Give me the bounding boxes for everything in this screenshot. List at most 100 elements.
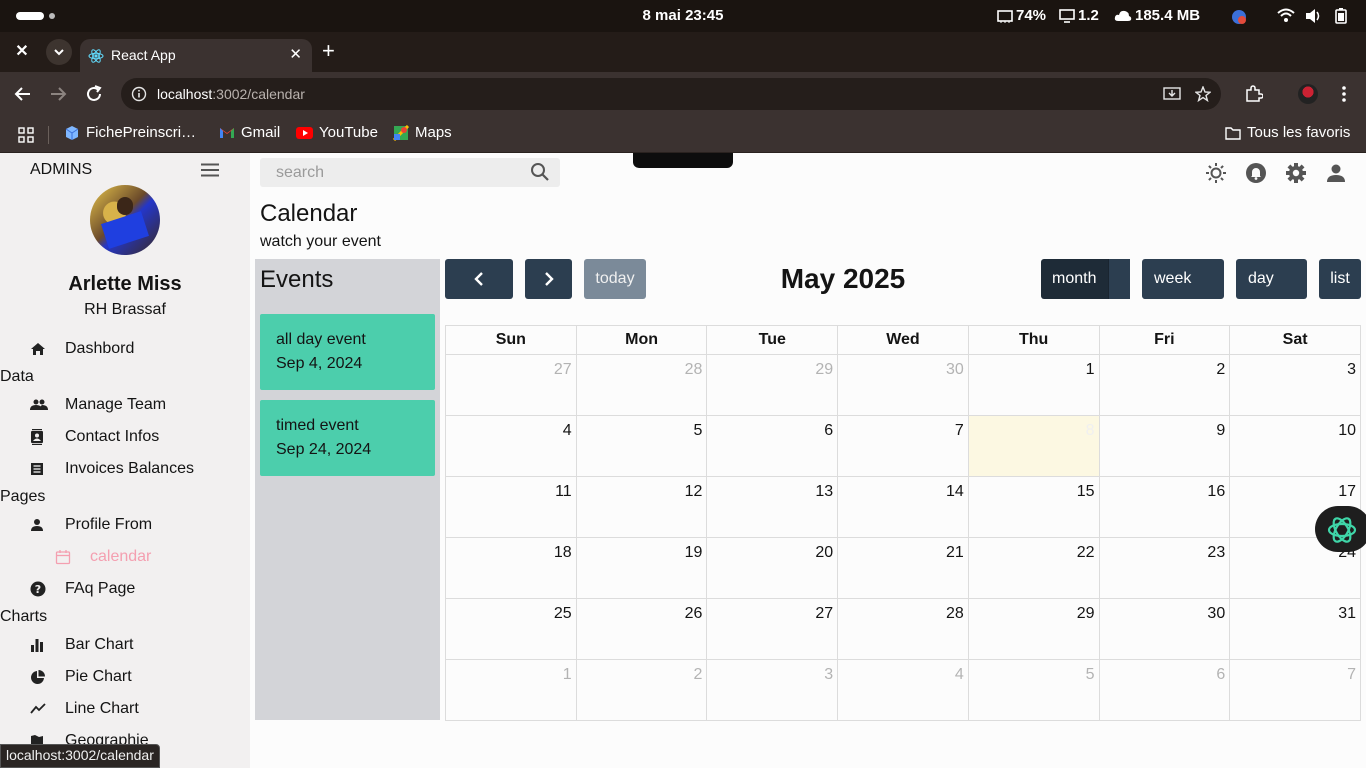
bookmark-youtube[interactable]: YouTube bbox=[296, 124, 378, 141]
settings-gear-icon[interactable] bbox=[1285, 162, 1307, 184]
day-cell[interactable]: 6 bbox=[706, 415, 839, 477]
person-icon[interactable] bbox=[1325, 162, 1347, 184]
search-icon[interactable] bbox=[530, 162, 550, 182]
nav-pie-chart[interactable]: Pie Chart bbox=[30, 668, 132, 686]
day-cell[interactable]: 27 bbox=[706, 598, 839, 660]
nav-calendar[interactable]: calendar bbox=[55, 548, 151, 566]
tab-title: React App bbox=[111, 47, 176, 63]
day-cell[interactable]: 1 bbox=[445, 659, 577, 721]
site-info-icon[interactable] bbox=[131, 86, 147, 102]
nav-invoices-balances[interactable]: Invoices Balances bbox=[30, 460, 194, 478]
install-app-icon[interactable] bbox=[1163, 86, 1181, 102]
nav-label: Manage Team bbox=[65, 396, 167, 413]
day-cell-today[interactable]: 8 bbox=[967, 415, 1100, 477]
event-item[interactable]: all day event Sep 4, 2024 bbox=[260, 314, 435, 390]
day-cell[interactable]: 3 bbox=[706, 659, 839, 721]
bookmark-fichepreinscri[interactable]: FichePreinscri… bbox=[64, 124, 196, 141]
day-cell[interactable]: 6 bbox=[1098, 659, 1231, 721]
apps-grid-icon[interactable] bbox=[18, 127, 34, 143]
day-cell[interactable]: 23 bbox=[1098, 537, 1231, 599]
view-list-button[interactable]: list bbox=[1319, 259, 1361, 299]
forward-arrow-icon[interactable] bbox=[49, 84, 67, 104]
nav-faq-page[interactable]: ? FAq Page bbox=[30, 580, 135, 598]
day-cell[interactable]: 28 bbox=[837, 598, 969, 660]
bookmark-star-icon[interactable] bbox=[1195, 86, 1211, 102]
nav-bar-chart[interactable]: Bar Chart bbox=[30, 636, 133, 654]
day-cell[interactable]: 12 bbox=[575, 476, 708, 538]
day-cell[interactable]: 25 bbox=[445, 598, 577, 660]
day-cell[interactable]: 14 bbox=[837, 476, 969, 538]
day-cell[interactable]: 30 bbox=[837, 354, 969, 416]
view-week-button[interactable]: week bbox=[1142, 259, 1224, 299]
day-cell[interactable]: 2 bbox=[1098, 354, 1231, 416]
day-cell[interactable]: 1 bbox=[967, 354, 1100, 416]
event-item[interactable]: timed event Sep 24, 2024 bbox=[260, 400, 435, 476]
view-month-button[interactable]: month bbox=[1041, 259, 1130, 299]
nav-profile-form[interactable]: Profile From bbox=[30, 516, 152, 534]
battery-icon[interactable] bbox=[1335, 8, 1347, 24]
day-cell[interactable]: 4 bbox=[837, 659, 969, 721]
search-bar[interactable]: search bbox=[260, 158, 560, 187]
day-cell[interactable]: 7 bbox=[1229, 659, 1361, 721]
menu-icon[interactable] bbox=[200, 163, 220, 177]
view-day-button[interactable]: day bbox=[1236, 259, 1307, 299]
back-arrow-icon[interactable] bbox=[14, 84, 32, 104]
light-mode-icon[interactable] bbox=[1205, 162, 1227, 184]
chatgpt-logo-icon bbox=[1327, 517, 1357, 543]
weekday-header: Wed bbox=[837, 325, 969, 355]
nav-line-chart[interactable]: Line Chart bbox=[30, 700, 139, 718]
notifications-icon[interactable] bbox=[1245, 162, 1267, 184]
day-cell[interactable]: 5 bbox=[967, 659, 1100, 721]
all-bookmarks-folder[interactable]: Tous les favoris bbox=[1225, 124, 1350, 141]
extensions-puzzle-icon[interactable] bbox=[1245, 85, 1263, 103]
day-cell[interactable]: 31 bbox=[1229, 598, 1361, 660]
day-cell[interactable]: 13 bbox=[706, 476, 839, 538]
month-grid: Sun Mon Tue Wed Thu Fri Sat 27 28 29 30 bbox=[445, 325, 1361, 721]
day-cell[interactable]: 11 bbox=[445, 476, 577, 538]
nav-dashboard[interactable]: Dashbord bbox=[30, 340, 134, 358]
day-cell[interactable]: 18 bbox=[445, 537, 577, 599]
profile-avatar[interactable] bbox=[1298, 84, 1318, 104]
day-cell[interactable]: 19 bbox=[575, 537, 708, 599]
today-button[interactable]: today bbox=[584, 259, 646, 299]
new-tab-button[interactable]: + bbox=[322, 38, 335, 64]
day-cell[interactable]: 22 bbox=[967, 537, 1100, 599]
volume-icon[interactable] bbox=[1305, 8, 1323, 24]
chatgpt-floating-button[interactable] bbox=[1315, 506, 1366, 552]
address-bar[interactable]: localhost:3002/calendar bbox=[121, 78, 1221, 110]
nav-contact-infos[interactable]: Contact Infos bbox=[30, 428, 159, 446]
bookmark-gmail[interactable]: Gmail bbox=[219, 124, 280, 141]
day-cell[interactable]: 20 bbox=[706, 537, 839, 599]
bookmark-maps[interactable]: Maps bbox=[393, 124, 452, 141]
day-cell[interactable]: 3 bbox=[1229, 354, 1361, 416]
wifi-icon[interactable] bbox=[1277, 8, 1295, 24]
day-cell[interactable]: 30 bbox=[1098, 598, 1231, 660]
day-cell[interactable]: 26 bbox=[575, 598, 708, 660]
day-cell[interactable]: 5 bbox=[575, 415, 708, 477]
day-cell[interactable]: 21 bbox=[837, 537, 969, 599]
day-cell[interactable]: 2 bbox=[575, 659, 708, 721]
nav-label: Bar Chart bbox=[65, 636, 134, 653]
cube-icon bbox=[65, 125, 79, 140]
close-tab-icon[interactable]: ✕ bbox=[289, 45, 302, 63]
close-window-icon[interactable]: ✕ bbox=[10, 40, 34, 64]
day-cell[interactable]: 9 bbox=[1098, 415, 1231, 477]
next-month-button[interactable] bbox=[525, 259, 572, 299]
search-input[interactable]: search bbox=[276, 164, 324, 182]
browser-tab-active[interactable]: React App ✕ bbox=[80, 39, 312, 73]
day-cell[interactable]: 28 bbox=[575, 354, 708, 416]
more-vert-icon[interactable] bbox=[1336, 85, 1352, 103]
prev-month-button[interactable] bbox=[445, 259, 513, 299]
day-cell[interactable]: 7 bbox=[837, 415, 969, 477]
reload-icon[interactable] bbox=[85, 84, 103, 104]
day-cell[interactable]: 10 bbox=[1229, 415, 1361, 477]
nav-manage-team[interactable]: Manage Team bbox=[30, 396, 166, 414]
day-cell[interactable]: 29 bbox=[967, 598, 1100, 660]
app-indicator-icon[interactable] bbox=[1231, 9, 1247, 25]
tab-search-button[interactable] bbox=[46, 39, 72, 65]
day-cell[interactable]: 4 bbox=[445, 415, 577, 477]
day-cell[interactable]: 27 bbox=[445, 354, 577, 416]
day-cell[interactable]: 29 bbox=[706, 354, 839, 416]
day-cell[interactable]: 15 bbox=[967, 476, 1100, 538]
day-cell[interactable]: 16 bbox=[1098, 476, 1231, 538]
